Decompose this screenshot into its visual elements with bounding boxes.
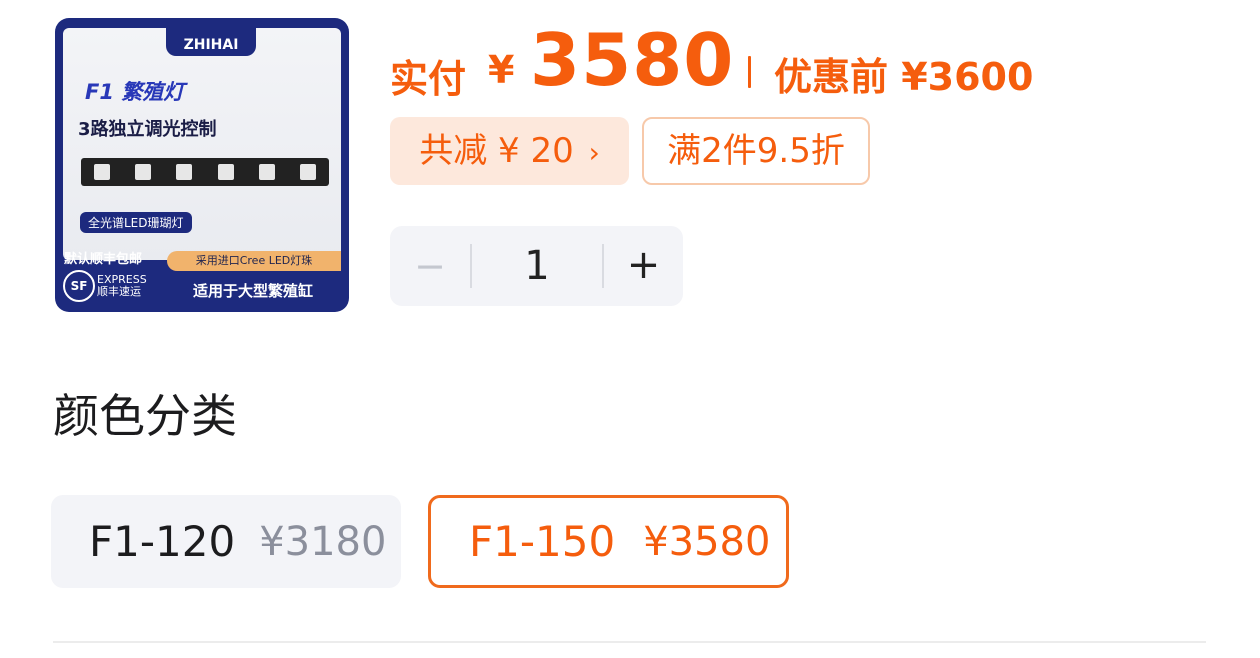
chevron-right-icon: › [588, 136, 600, 169]
divider [53, 641, 1206, 643]
option-price: ¥3580 [643, 518, 771, 565]
option-f1-120[interactable]: F1-120 ¥3180 [51, 495, 401, 588]
decrease-button[interactable]: − [390, 226, 470, 306]
paid-price: 3580 [530, 18, 735, 102]
original-price: 优惠前 ¥3600 [774, 55, 1034, 99]
promo-badge[interactable]: 满2件9.5折 [642, 117, 870, 185]
section-title: 颜色分类 [53, 389, 237, 443]
quantity-value[interactable]: 1 [472, 226, 602, 306]
thumbnail-panel: ZHIHAI F1 繁殖灯 3路独立调光控制 全光谱LED珊瑚灯 [63, 28, 341, 260]
price-separator [748, 56, 751, 88]
led-strip-image [81, 158, 329, 186]
sf-express-text: EXPRESS 顺丰速运 [97, 274, 147, 298]
sf-express-cn: 顺丰速运 [97, 285, 141, 298]
quantity-stepper: − 1 + [390, 226, 683, 306]
thumbnail-product-name: F1 繁殖灯 [85, 80, 185, 104]
option-f1-150-selected[interactable]: F1-150 ¥3580 [428, 495, 789, 588]
product-thumbnail[interactable]: ZHIHAI F1 繁殖灯 3路独立调光控制 全光谱LED珊瑚灯 默认顺丰包邮 … [55, 18, 349, 312]
thumbnail-usage: 适用于大型繁殖缸 [193, 282, 314, 300]
option-name: F1-150 [469, 517, 616, 566]
brand-logo: ZHIHAI [166, 28, 256, 56]
total-discount-button[interactable]: 共减 ¥ 20 › [390, 117, 629, 185]
thumbnail-chip: 全光谱LED珊瑚灯 [80, 212, 192, 233]
paid-currency: ¥ [488, 48, 515, 92]
sf-express-icon: SF [63, 270, 95, 302]
thumbnail-subtitle: 3路独立调光控制 [78, 119, 217, 140]
increase-button[interactable]: + [604, 226, 683, 306]
option-name: F1-120 [89, 517, 236, 566]
cree-badge: 采用进口Cree LED灯珠 [167, 251, 341, 271]
total-discount-label: 共减 ¥ 20 [419, 131, 574, 171]
option-price: ¥3180 [259, 518, 387, 565]
paid-label: 实付 [390, 57, 467, 101]
shipping-label: 默认顺丰包邮 [64, 252, 143, 267]
